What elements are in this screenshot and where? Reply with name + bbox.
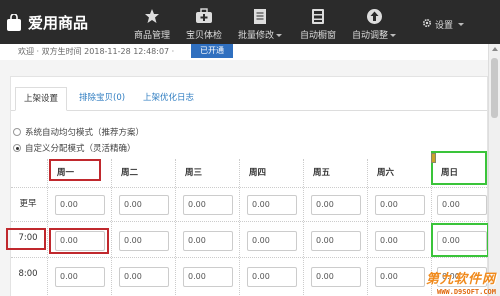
row-label-earlier: 更早 bbox=[19, 199, 37, 209]
shopping-bag-icon bbox=[6, 13, 22, 32]
document-icon bbox=[230, 6, 290, 26]
annotation-highlight-time bbox=[6, 228, 46, 250]
settings-menu[interactable]: 设置 bbox=[422, 18, 464, 31]
watermark-title: 第九软件网 bbox=[425, 272, 496, 287]
brand-logo[interactable]: 爱用商品 bbox=[6, 12, 88, 33]
nav-item-product-checkup[interactable]: 宝贝体检 bbox=[174, 6, 234, 41]
slot-input[interactable]: 0.00 bbox=[183, 267, 233, 287]
slot-input[interactable]: 0.00 bbox=[119, 195, 169, 215]
nav-label: 宝贝体检 bbox=[185, 31, 222, 41]
chevron-down-icon bbox=[276, 34, 282, 37]
day-header-fri: 周五 bbox=[313, 168, 331, 178]
nav-item-batch-edit[interactable]: 批量修改 bbox=[230, 6, 290, 41]
nav-label: 自动调整 bbox=[351, 31, 388, 41]
radio-button[interactable] bbox=[13, 144, 21, 152]
slot-input[interactable]: 0.00 bbox=[311, 195, 361, 215]
top-navbar: 爱用商品 商品管理 宝贝体检 批量修改 自动橱窗 自动调整 设置 bbox=[0, 0, 500, 44]
slot-input[interactable]: 0.00 bbox=[247, 267, 297, 287]
annotation-highlight-monday bbox=[49, 159, 101, 181]
vertical-scrollbar[interactable] bbox=[488, 44, 500, 296]
slot-input[interactable]: 0.00 bbox=[119, 267, 169, 287]
nav-label: 自动橱窗 bbox=[299, 31, 336, 41]
grid-divider bbox=[303, 159, 304, 296]
server-icon bbox=[288, 6, 348, 26]
radio-button[interactable] bbox=[13, 128, 21, 136]
grid-divider bbox=[11, 257, 487, 258]
day-header-tue: 周二 bbox=[121, 168, 139, 178]
marker-icon bbox=[431, 153, 436, 163]
day-header-wed: 周三 bbox=[185, 168, 203, 178]
watermark-url: WWW.D9SOFT.COM bbox=[436, 288, 496, 296]
tab-bar: 上架设置 排除宝贝(0) 上架优化日志 bbox=[11, 87, 487, 111]
nav-item-product-management[interactable]: 商品管理 bbox=[122, 6, 182, 41]
slot-input[interactable]: 0.00 bbox=[55, 195, 105, 215]
day-header-sat: 周六 bbox=[377, 168, 395, 178]
grid-divider bbox=[239, 159, 240, 296]
medkit-icon bbox=[174, 6, 234, 26]
grid-divider bbox=[175, 159, 176, 296]
slot-input[interactable]: 0.00 bbox=[437, 195, 487, 215]
settings-label: 设置 bbox=[434, 21, 453, 31]
chevron-down-icon bbox=[458, 23, 464, 26]
notice-text: 欢迎 · 双方生时间 2018-11-28 12:48:07 · bbox=[18, 47, 175, 56]
grid-divider bbox=[11, 187, 487, 188]
slot-input[interactable]: 0.00 bbox=[311, 267, 361, 287]
tab-excluded-items[interactable]: 排除宝贝(0) bbox=[71, 87, 133, 111]
grid-divider bbox=[11, 221, 487, 222]
scroll-up-arrow-icon[interactable] bbox=[492, 47, 498, 51]
tab-optimization-log[interactable]: 上架优化日志 bbox=[135, 87, 202, 111]
annotation-highlight-cell bbox=[431, 223, 489, 257]
mode-auto-option[interactable]: 系统自动均匀模式（推荐方案） bbox=[13, 126, 144, 138]
site-watermark: 第九软件网 WWW.D9SOFT.COM bbox=[422, 266, 500, 296]
slot-input[interactable]: 0.00 bbox=[247, 195, 297, 215]
slot-input[interactable]: 0.00 bbox=[119, 231, 169, 251]
grid-divider bbox=[47, 159, 48, 296]
upload-circle-icon bbox=[344, 6, 404, 26]
slot-input[interactable]: 0.00 bbox=[375, 231, 425, 251]
mode-label: 系统自动均匀模式（推荐方案） bbox=[25, 128, 145, 138]
slot-input[interactable]: 0.00 bbox=[375, 267, 425, 287]
nav-item-auto-showcase[interactable]: 自动橱窗 bbox=[288, 6, 348, 41]
nav-label: 商品管理 bbox=[133, 31, 170, 41]
brand-name: 爱用商品 bbox=[28, 14, 89, 32]
slot-input[interactable]: 0.00 bbox=[183, 231, 233, 251]
slot-input[interactable]: 0.00 bbox=[247, 231, 297, 251]
grid-divider bbox=[111, 159, 112, 296]
mode-label: 自定义分配模式（灵活精确） bbox=[25, 144, 136, 154]
notice-bar: 欢迎 · 双方生时间 2018-11-28 12:48:07 · 已开通 bbox=[0, 44, 488, 60]
row-label-0800: 8:00 bbox=[18, 269, 38, 279]
tab-shelf-settings[interactable]: 上架设置 bbox=[15, 87, 68, 111]
annotation-highlight-cell bbox=[49, 228, 109, 254]
main-panel: 上架设置 排除宝贝(0) 上架优化日志 系统自动均匀模式（推荐方案） 自定义分配… bbox=[10, 76, 489, 296]
star-icon bbox=[122, 6, 182, 26]
mode-custom-option[interactable]: 自定义分配模式（灵活精确） bbox=[13, 142, 136, 154]
scroll-thumb[interactable] bbox=[491, 58, 498, 118]
nav-label: 批量修改 bbox=[237, 31, 274, 41]
nav-item-auto-adjust[interactable]: 自动调整 bbox=[344, 6, 404, 41]
chevron-down-icon bbox=[390, 34, 396, 37]
slot-input[interactable]: 0.00 bbox=[183, 195, 233, 215]
slot-input[interactable]: 0.00 bbox=[375, 195, 425, 215]
gear-icon bbox=[422, 18, 432, 31]
notice-button[interactable]: 已开通 bbox=[191, 44, 233, 58]
grid-divider bbox=[367, 159, 368, 296]
slot-input[interactable]: 0.00 bbox=[55, 267, 105, 287]
slot-input[interactable]: 0.00 bbox=[311, 231, 361, 251]
annotation-highlight-sunday bbox=[431, 151, 487, 185]
day-header-thu: 周四 bbox=[249, 168, 267, 178]
